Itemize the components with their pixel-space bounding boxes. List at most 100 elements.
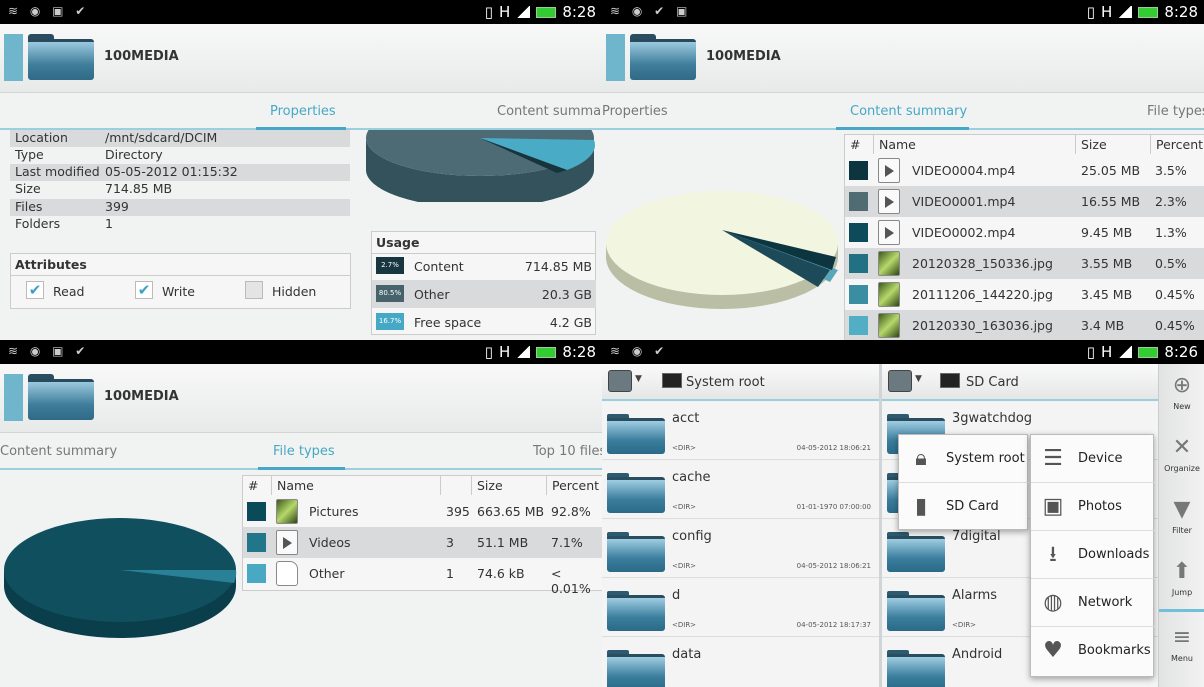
funnel-icon: ▼	[1173, 497, 1191, 522]
breadcrumb[interactable]: SD Card	[966, 375, 1019, 390]
tab-file-types[interactable]: File types	[1147, 104, 1204, 119]
table-row[interactable]: 20111206_144220.jpg 3.45 MB 0.45%	[845, 279, 1204, 310]
chevron-down-icon[interactable]: ▼	[635, 374, 642, 384]
column-header: Percent	[547, 476, 602, 495]
menu-item-photos[interactable]: ▣ Photos	[1031, 483, 1155, 531]
tab-file-types[interactable]: File types	[273, 444, 335, 459]
column-header: Name	[272, 476, 441, 495]
tab-content-summary[interactable]: Content summary	[0, 444, 117, 459]
folder-icon	[887, 532, 945, 572]
jump-menu-locations: ☰ Device ▣ Photos ⭳ Downloads ◍ Network ♥ Boo…	[1030, 434, 1155, 677]
color-swatch	[849, 254, 868, 273]
color-swatch	[849, 192, 868, 211]
signal-icon	[516, 346, 531, 358]
chevron-down-icon[interactable]: ▼	[915, 374, 922, 384]
folder-icon	[28, 34, 94, 80]
color-swatch	[849, 223, 868, 242]
hidden-label: Hidden	[272, 284, 317, 299]
table-row[interactable]: Videos 3 51.1 MB 7.1%	[243, 527, 602, 558]
storage-icon[interactable]	[888, 370, 912, 392]
column-header: Size	[1076, 135, 1151, 154]
header-accent	[4, 34, 23, 81]
panel-file-types: ≋ ◉ ▣ ✔ ▯ H 8:28 100MEDIA Content summary …	[0, 340, 602, 687]
clock: 8:28	[562, 3, 596, 21]
property-row: Type Directory	[15, 147, 163, 162]
active-tab-indicator	[836, 127, 969, 130]
write-label: Write	[162, 284, 196, 299]
tab-content-summary[interactable]: Content summary	[497, 104, 602, 119]
menu-item-bookmarks[interactable]: ♥ Bookmarks	[1031, 627, 1155, 675]
new-button[interactable]: ⊕ New	[1159, 364, 1204, 426]
usage-title: Usage	[372, 232, 595, 254]
panel-properties: ≋ ◉ ▣ ✔ ▯ H 8:28 100MEDIA Properties Conte…	[0, 0, 602, 340]
list-item[interactable]: d <DIR> 04-05-2012 18:17:37	[602, 579, 879, 637]
organize-button[interactable]: ✕ Organize	[1159, 426, 1204, 488]
file-types-pie-chart	[4, 518, 237, 638]
list-item[interactable]: acct <DIR> 04-05-2012 18:06:21	[602, 402, 879, 460]
color-swatch	[849, 161, 868, 180]
table-row[interactable]: VIDEO0001.mp4 16.55 MB 2.3%	[845, 186, 1204, 217]
notification-icons: ≋ ◉ ✔ ▣	[610, 4, 692, 18]
property-row: Last modified 05-05-2012 01:15:32	[10, 164, 350, 181]
menu-button[interactable]: ≡ Menu	[1159, 616, 1204, 678]
color-swatch	[849, 285, 868, 304]
menu-item-system-root[interactable]: 🔒︎ System root	[899, 435, 1029, 483]
heart-icon: ♥	[1043, 638, 1063, 663]
globe-icon: ◍	[1043, 590, 1063, 615]
status-bar: ≋ ◉ ✔ ▯ H 8:26	[602, 340, 1204, 364]
menu-item-downloads[interactable]: ⭳ Downloads	[1031, 531, 1155, 579]
list-item[interactable]: data	[602, 638, 879, 687]
hidden-checkbox[interactable]	[245, 281, 263, 299]
jump-button[interactable]: ⬆ Jump	[1159, 550, 1204, 612]
table-row[interactable]: VIDEO0002.mp4 9.45 MB 1.3%	[845, 217, 1204, 248]
network-type: H	[1101, 3, 1113, 21]
folder-icon	[607, 591, 665, 631]
header-accent	[606, 34, 625, 81]
tab-top-10-files[interactable]: Top 10 files	[533, 444, 602, 459]
status-bar: ≋ ◉ ✔ ▣ ▯ H 8:28	[602, 0, 1204, 24]
tab-properties[interactable]: Properties	[602, 104, 668, 119]
tab-content-summary[interactable]: Content summary	[850, 104, 967, 119]
image-file-icon	[878, 251, 900, 276]
header-accent	[4, 374, 23, 421]
right-pane-header: ▼ SD Card	[882, 364, 1158, 401]
write-checkbox[interactable]: ✔	[135, 281, 153, 299]
table-row[interactable]: VIDEO0004.mp4 25.05 MB 3.5%	[845, 155, 1204, 186]
notification-icons: ≋ ◉ ▣ ✔	[8, 4, 90, 18]
vibrate-icon: ▯	[484, 3, 494, 21]
status-bar: ≋ ◉ ▣ ✔ ▯ H 8:28	[0, 340, 602, 364]
vibrate-icon: ▯	[484, 343, 494, 361]
property-row: Location/mnt/sdcard/DCIM	[10, 130, 350, 147]
folder-icon	[607, 473, 665, 513]
vibrate-icon: ▯	[1086, 343, 1096, 361]
menu-item-device[interactable]: ☰ Device	[1031, 435, 1155, 483]
column-header: #	[243, 476, 272, 495]
column-header: Size	[472, 476, 547, 495]
notification-icons: ≋ ◉ ▣ ✔	[8, 344, 90, 358]
table-row[interactable]: 20120328_150336.jpg 3.55 MB 0.5%	[845, 248, 1204, 279]
filter-button[interactable]: ▼ Filter	[1159, 488, 1204, 550]
tab-properties[interactable]: Properties	[270, 104, 336, 119]
folder-header: 100MEDIA	[0, 364, 602, 432]
list-item[interactable]: config <DIR> 04-05-2012 18:06:21	[602, 520, 879, 578]
folder-header: 100MEDIA	[0, 24, 602, 92]
table-row[interactable]: 20120330_163036.jpg 3.4 MB 0.45%	[845, 310, 1204, 340]
table-row[interactable]: Other 1 74.6 kB < 0.01%	[243, 558, 602, 596]
read-checkbox[interactable]: ✔	[26, 281, 44, 299]
table-row[interactable]: Pictures 395 663.65 MB 92.8%	[243, 496, 602, 527]
tools-icon: ✕	[1172, 435, 1192, 460]
battery-icon	[1138, 6, 1159, 18]
panel-content-summary: ≋ ◉ ✔ ▣ ▯ H 8:28 100MEDIA Properties Conte…	[602, 0, 1204, 340]
clock: 8:26	[1164, 343, 1198, 361]
sd-card-icon: ▮	[914, 494, 928, 519]
download-icon: ⭳	[1049, 542, 1057, 567]
plus-icon: ⊕	[1172, 373, 1192, 398]
menu-item-network[interactable]: ◍ Network	[1031, 579, 1155, 627]
list-item[interactable]: cache <DIR> 01-01-1970 07:00:00	[602, 461, 879, 519]
panel-file-browser: ≋ ◉ ✔ ▯ H 8:26 ▼ System root acct <DIR> 04-0…	[602, 340, 1204, 687]
property-row: Files 399	[10, 199, 350, 216]
read-label: Read	[53, 284, 85, 299]
menu-item-sd-card[interactable]: ▮ SD Card	[899, 483, 1029, 531]
storage-icon[interactable]	[608, 370, 632, 392]
breadcrumb[interactable]: System root	[686, 375, 765, 390]
